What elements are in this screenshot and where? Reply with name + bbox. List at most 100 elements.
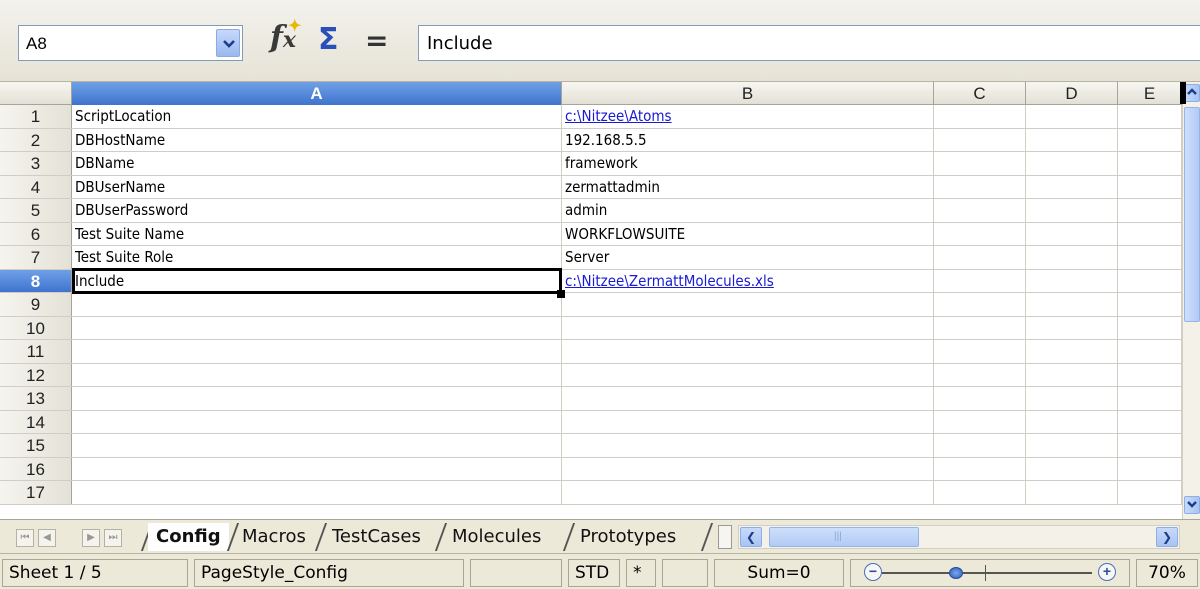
row-header[interactable]: 9 [0, 293, 72, 316]
column-header-e[interactable]: E [1118, 82, 1182, 105]
row-header[interactable]: 1 [0, 105, 72, 128]
horizontal-scrollbar[interactable]: ❮ ||| ❯ [738, 525, 1180, 549]
cell-b[interactable]: admin [562, 199, 934, 222]
cell-c[interactable] [934, 457, 1026, 480]
cell-a[interactable] [72, 316, 562, 339]
zoom-slider-knob[interactable] [948, 567, 963, 579]
previous-sheet-button[interactable]: ◀ [38, 529, 56, 547]
cell-e[interactable] [1118, 105, 1182, 128]
cell-d[interactable] [1026, 363, 1118, 386]
cell-e[interactable] [1118, 128, 1182, 151]
cell-d[interactable] [1026, 175, 1118, 198]
cell-b[interactable]: WORKFLOWSUITE [562, 222, 934, 245]
tab-macros[interactable]: Macros [234, 523, 314, 551]
row-header[interactable]: 10 [0, 316, 72, 339]
row-header[interactable]: 6 [0, 222, 72, 245]
cell-d[interactable] [1026, 222, 1118, 245]
row-header[interactable]: 16 [0, 457, 72, 480]
last-sheet-button[interactable]: ⏭ [104, 529, 122, 547]
equals-icon[interactable]: = [365, 24, 388, 57]
column-header-a[interactable]: A [72, 82, 562, 105]
cell-e[interactable] [1118, 410, 1182, 433]
spreadsheet-grid[interactable]: A B C D E 1 ScriptLocation c:\Nitzee\Atoms… [0, 82, 1182, 519]
cell-c[interactable] [934, 434, 1026, 457]
row-header[interactable]: 12 [0, 363, 72, 386]
scroll-right-button[interactable]: ❯ [1156, 527, 1178, 547]
cell-c[interactable] [934, 363, 1026, 386]
cell-c[interactable] [934, 410, 1026, 433]
select-all-corner[interactable] [0, 82, 72, 105]
cell-d[interactable] [1026, 199, 1118, 222]
cell-c[interactable] [934, 175, 1026, 198]
cell-c[interactable] [934, 105, 1026, 128]
cell-b[interactable]: c:\Nitzee\ZermattMolecules.xls [562, 269, 934, 292]
column-header-c[interactable]: C [934, 82, 1026, 105]
cell-a[interactable] [72, 434, 562, 457]
cell-e[interactable] [1118, 457, 1182, 480]
zoom-out-icon[interactable]: − [864, 563, 882, 581]
status-selection-mode[interactable]: STD [568, 559, 620, 587]
cell-d[interactable] [1026, 152, 1118, 175]
zoom-slider-track[interactable] [882, 572, 1092, 574]
cell-d[interactable] [1026, 293, 1118, 316]
cell-b[interactable]: 192.168.5.5 [562, 128, 934, 151]
cell-b[interactable] [562, 410, 934, 433]
cell-b[interactable] [562, 293, 934, 316]
cell-e[interactable] [1118, 434, 1182, 457]
cell-e[interactable] [1118, 481, 1182, 504]
cell-b[interactable] [562, 340, 934, 363]
cell-c[interactable] [934, 222, 1026, 245]
cell-b[interactable] [562, 387, 934, 410]
cell-c[interactable] [934, 316, 1026, 339]
cell-e[interactable] [1118, 222, 1182, 245]
function-wizard-icon[interactable]: fx ✦ [270, 16, 304, 60]
first-sheet-button[interactable]: ⏮ [16, 529, 34, 547]
cell-e[interactable] [1118, 199, 1182, 222]
cell-d[interactable] [1026, 316, 1118, 339]
tab-scroll-splitter[interactable] [718, 525, 732, 549]
name-box-dropdown-button[interactable] [216, 29, 240, 57]
cell-e[interactable] [1118, 175, 1182, 198]
cell-a[interactable] [72, 387, 562, 410]
cell-d[interactable] [1026, 246, 1118, 269]
tab-testcases[interactable]: TestCases [324, 523, 429, 551]
column-header-b[interactable]: B [562, 82, 934, 105]
scroll-left-button[interactable]: ❮ [740, 527, 762, 547]
cell-c[interactable] [934, 199, 1026, 222]
column-header-d[interactable]: D [1026, 82, 1118, 105]
cell-a[interactable]: Test Suite Name [72, 222, 562, 245]
cell-d[interactable] [1026, 387, 1118, 410]
cell-a[interactable]: DBUserPassword [72, 199, 562, 222]
row-header[interactable]: 7 [0, 246, 72, 269]
cell-c[interactable] [934, 293, 1026, 316]
cell-a[interactable] [72, 340, 562, 363]
cell-c[interactable] [934, 387, 1026, 410]
status-zoom-percent[interactable]: 70% [1136, 559, 1198, 587]
cell-b[interactable] [562, 457, 934, 480]
cell-b[interactable]: c:\Nitzee\Atoms [562, 105, 934, 128]
cell-e[interactable] [1118, 363, 1182, 386]
cell-e[interactable] [1118, 269, 1182, 292]
cell-d[interactable] [1026, 340, 1118, 363]
cell-e[interactable] [1118, 293, 1182, 316]
cell-b[interactable] [562, 481, 934, 504]
vertical-scroll-thumb[interactable] [1184, 107, 1200, 322]
cell-c[interactable] [934, 340, 1026, 363]
row-header[interactable]: 3 [0, 152, 72, 175]
cell-a[interactable]: DBHostName [72, 128, 562, 151]
row-header[interactable]: 8 [0, 269, 72, 292]
cell-c[interactable] [934, 269, 1026, 292]
cell-c[interactable] [934, 128, 1026, 151]
cell-b[interactable]: Server [562, 246, 934, 269]
cell-b[interactable] [562, 434, 934, 457]
name-box[interactable]: A8 [18, 25, 243, 61]
cell-d[interactable] [1026, 457, 1118, 480]
fill-handle[interactable] [557, 290, 565, 298]
cell-d[interactable] [1026, 128, 1118, 151]
cell-a[interactable]: ScriptLocation [72, 105, 562, 128]
cell-d[interactable] [1026, 269, 1118, 292]
row-header[interactable]: 17 [0, 481, 72, 504]
row-header[interactable]: 4 [0, 175, 72, 198]
cell-c[interactable] [934, 246, 1026, 269]
sum-icon[interactable]: Σ [318, 22, 339, 57]
